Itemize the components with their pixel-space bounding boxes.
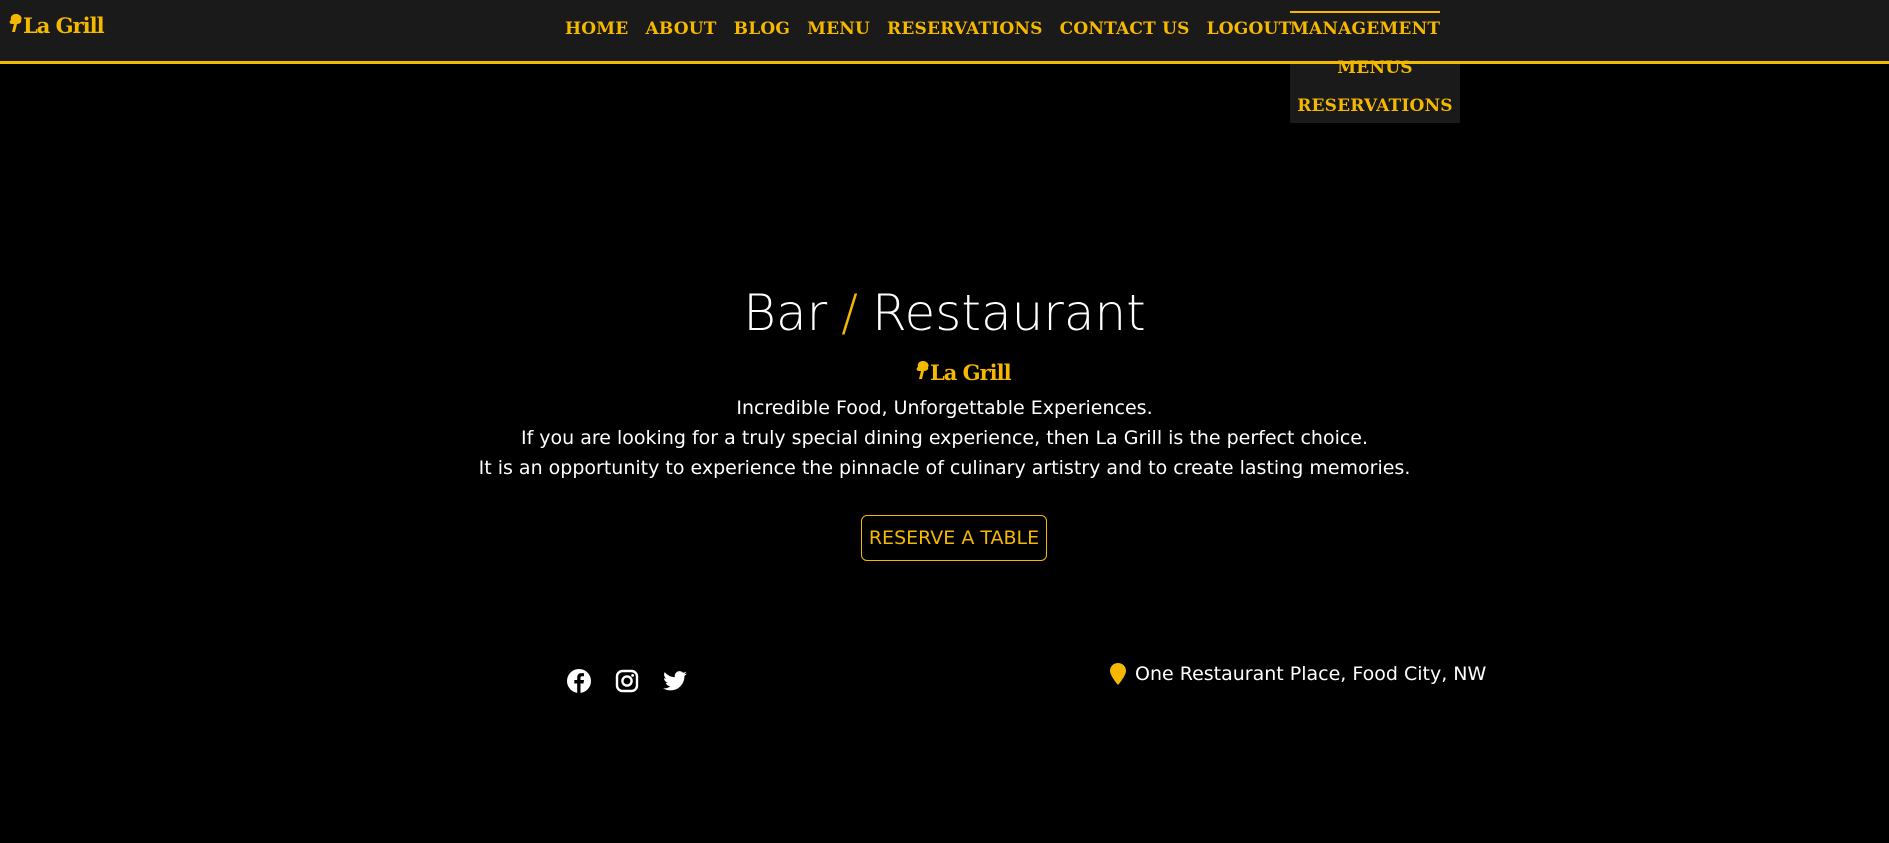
hero-title-left: Bar [743, 284, 828, 342]
facebook-icon[interactable] [566, 668, 592, 694]
nav-home-link[interactable]: HOME [565, 19, 628, 39]
twitter-icon[interactable] [662, 668, 688, 694]
hero-tagline: Incredible Food, Unforgettable Experienc… [736, 397, 1153, 419]
hero-title-separator: / [841, 284, 859, 342]
nav-menu-link[interactable]: MENU [807, 19, 870, 39]
nav-about-link[interactable]: ABOUT [645, 19, 716, 39]
top-navbar: La Grill HOME ABOUT BLOG MENU RESERVATIO… [0, 0, 1889, 64]
hero-description-line-2: It is an opportunity to experience the p… [478, 457, 1411, 479]
nav-contact-link[interactable]: CONTACT US [1060, 19, 1190, 39]
address-text: One Restaurant Place, Food City, NW [1135, 663, 1487, 685]
nav-menu: HOME ABOUT BLOG MENU RESERVATIONS CONTAC… [565, 19, 1291, 39]
hero-title: Bar / Restaurant [0, 284, 1889, 342]
nav-management-dropdown[interactable]: MANAGEMENT [1290, 11, 1441, 39]
nav-blog-link[interactable]: BLOG [734, 19, 790, 39]
address: One Restaurant Place, Food City, NW [1110, 663, 1486, 685]
hero-logo-text: La Grill [930, 360, 1012, 385]
nav-logout-link[interactable]: LOGOUT [1207, 19, 1292, 39]
hero-logo: La Grill [914, 359, 1012, 385]
management-dropdown-menu: MENUS RESERVATIONS [1290, 58, 1460, 123]
map-pin-icon [1110, 663, 1126, 685]
hero-description-line-1: If you are looking for a truly special d… [520, 427, 1369, 449]
dropdown-menus-link[interactable]: MENUS [1290, 58, 1460, 78]
hero-title-right: Restaurant [872, 284, 1146, 342]
reserve-table-button[interactable]: RESERVE A TABLE [861, 515, 1047, 561]
brand-name: La Grill [23, 13, 105, 38]
social-links [566, 668, 688, 694]
brand-logo[interactable]: La Grill [7, 12, 105, 38]
nav-reservations-link[interactable]: RESERVATIONS [887, 19, 1043, 39]
instagram-icon[interactable] [614, 668, 640, 694]
dropdown-reservations-link[interactable]: RESERVATIONS [1290, 96, 1460, 116]
